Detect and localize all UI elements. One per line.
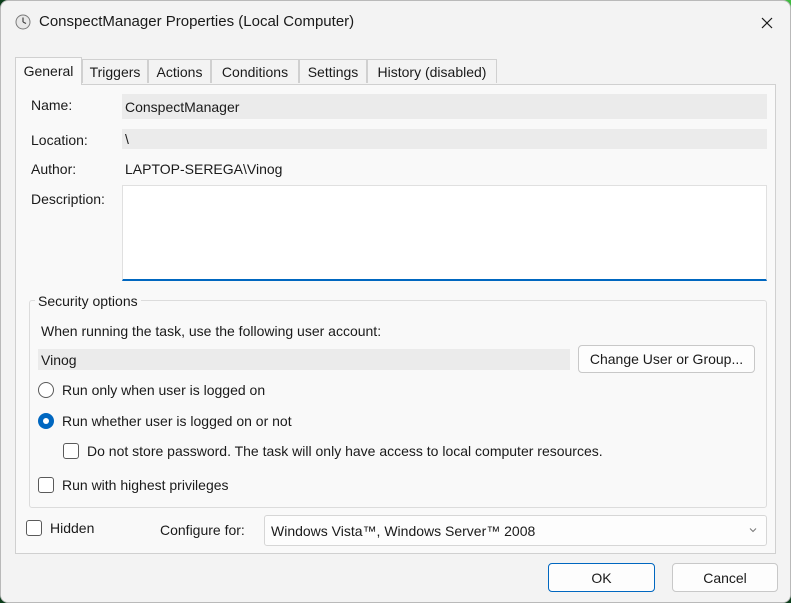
location-label: Location: bbox=[31, 132, 88, 148]
tab-actions[interactable]: Actions bbox=[148, 59, 211, 83]
highest-privileges-label[interactable]: Run with highest privileges bbox=[62, 477, 229, 493]
ok-button[interactable]: OK bbox=[548, 563, 655, 592]
task-scheduler-clock-icon bbox=[15, 14, 31, 30]
radio-run-whether-logged[interactable] bbox=[38, 413, 54, 429]
tab-conditions[interactable]: Conditions bbox=[211, 59, 299, 83]
tab-history[interactable]: History (disabled) bbox=[367, 59, 497, 83]
configure-for-label: Configure for: bbox=[160, 522, 245, 538]
description-textarea[interactable] bbox=[122, 185, 767, 281]
name-label: Name: bbox=[31, 97, 73, 113]
name-field[interactable]: ConspectManager bbox=[122, 94, 767, 119]
user-account-field: Vinog bbox=[38, 349, 570, 370]
cancel-button[interactable]: Cancel bbox=[672, 563, 778, 592]
no-store-password-label[interactable]: Do not store password. The task will onl… bbox=[87, 443, 603, 459]
author-value: LAPTOP-SEREGA\Vinog bbox=[125, 161, 283, 177]
location-field[interactable]: \ bbox=[122, 129, 767, 149]
checkbox-highest-privileges[interactable] bbox=[38, 477, 54, 493]
radio-run-logged-on-label[interactable]: Run only when user is logged on bbox=[62, 382, 265, 398]
close-icon bbox=[761, 17, 773, 29]
tab-settings[interactable]: Settings bbox=[299, 59, 367, 83]
tab-general[interactable]: General bbox=[15, 57, 82, 85]
checkbox-no-store-password[interactable] bbox=[63, 443, 79, 459]
description-label: Description: bbox=[31, 191, 105, 207]
tab-triggers[interactable]: Triggers bbox=[82, 59, 148, 83]
radio-run-whether-logged-label[interactable]: Run whether user is logged on or not bbox=[62, 413, 292, 429]
configure-for-select[interactable]: Windows Vista™, Windows Server™ 2008 bbox=[264, 515, 767, 546]
properties-dialog: ConspectManager Properties (Local Comput… bbox=[0, 0, 791, 603]
change-user-button[interactable]: Change User or Group... bbox=[578, 345, 755, 373]
configure-for-value: Windows Vista™, Windows Server™ 2008 bbox=[271, 522, 536, 539]
title-bar: ConspectManager Properties (Local Comput… bbox=[1, 1, 790, 45]
window-title: ConspectManager Properties (Local Comput… bbox=[39, 13, 355, 30]
security-options-title: Security options bbox=[35, 293, 141, 309]
checkbox-hidden[interactable] bbox=[26, 520, 42, 536]
account-prompt: When running the task, use the following… bbox=[41, 323, 382, 339]
chevron-down-icon bbox=[749, 528, 757, 533]
author-label: Author: bbox=[31, 161, 77, 177]
radio-run-logged-on[interactable] bbox=[38, 382, 54, 398]
close-button[interactable] bbox=[754, 11, 780, 35]
hidden-label[interactable]: Hidden bbox=[50, 520, 94, 536]
